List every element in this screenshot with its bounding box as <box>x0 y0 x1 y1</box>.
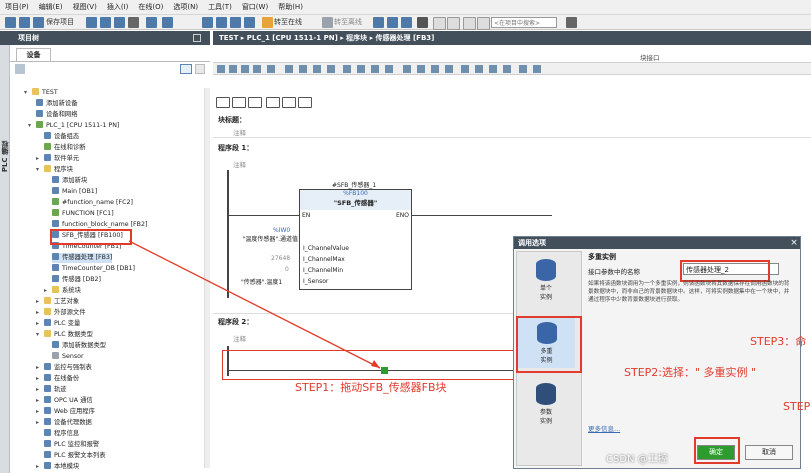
parameter-database-icon <box>536 383 556 405</box>
interface-name-label: 接口参数中的名称 <box>588 268 640 276</box>
step3-annotation: STEP3：命 <box>750 335 807 348</box>
option-parameter-instance[interactable]: 参数 实例 <box>523 383 569 425</box>
highlight-ok-button <box>694 437 740 464</box>
step1-annotation: STEP1：拖动SFB_传感器FB块 <box>295 381 447 394</box>
more-info-link[interactable]: 更多信息... <box>588 423 620 433</box>
step4-annotation: STEP <box>783 400 811 413</box>
option-single-instance[interactable]: 单个 实例 <box>523 259 569 301</box>
highlight-multi-instance <box>516 316 582 373</box>
dialog-title: 调用选项 <box>514 237 800 249</box>
watermark: CSDN @工控 <box>606 454 668 465</box>
cancel-button[interactable]: 取消 <box>745 445 793 460</box>
multi-instance-heading: 多重实例 <box>588 253 616 261</box>
highlight-name-field <box>680 260 770 282</box>
step2-annotation: STEP2:选择：" 多重实例 " <box>624 366 757 379</box>
database-icon <box>536 259 556 281</box>
multi-instance-description: 如果将该函数块调用为一个多重实例，则该函数块将其数据保存在调用函数块的背景数据块… <box>588 281 790 303</box>
close-icon[interactable]: × <box>789 238 799 248</box>
